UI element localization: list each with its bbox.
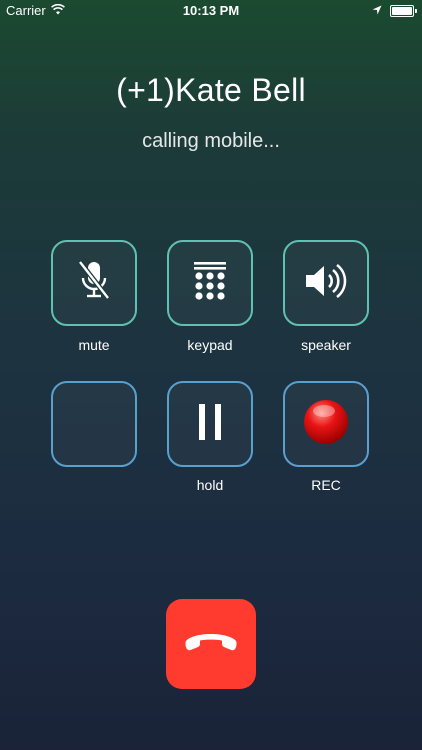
mute-button[interactable] — [51, 240, 137, 326]
keypad-button[interactable] — [167, 240, 253, 326]
speaker-label: speaker — [301, 337, 351, 353]
status-time: 10:13 PM — [182, 3, 240, 18]
microphone-off-icon — [74, 258, 114, 309]
status-right — [372, 3, 417, 18]
hold-label: hold — [196, 477, 224, 493]
keypad-grid-icon — [192, 261, 228, 306]
call-screen: Carrier 10:13 PM (+1)Kate Bell calling m… — [0, 0, 422, 750]
location-arrow-icon — [372, 3, 382, 18]
status-bar: Carrier 10:13 PM — [0, 0, 422, 22]
battery-icon — [390, 4, 417, 17]
call-status: calling mobile... — [142, 130, 280, 152]
battery-fill — [392, 6, 412, 15]
end-call-button[interactable] — [166, 599, 256, 689]
rec-label: REC — [311, 477, 341, 493]
pause-icon — [197, 403, 223, 446]
phone-hangup-icon — [184, 630, 238, 659]
hold-button[interactable] — [167, 381, 253, 467]
speaker-volume-icon — [304, 263, 348, 304]
speaker-button[interactable] — [283, 240, 369, 326]
rec-button[interactable] — [283, 381, 369, 467]
keypad-label: keypad — [187, 337, 233, 353]
record-dot-icon — [302, 398, 350, 451]
caller-name: (+1)Kate Bell — [116, 72, 306, 108]
mute-label: mute — [78, 337, 110, 353]
empty-slot-button[interactable] — [51, 381, 137, 467]
